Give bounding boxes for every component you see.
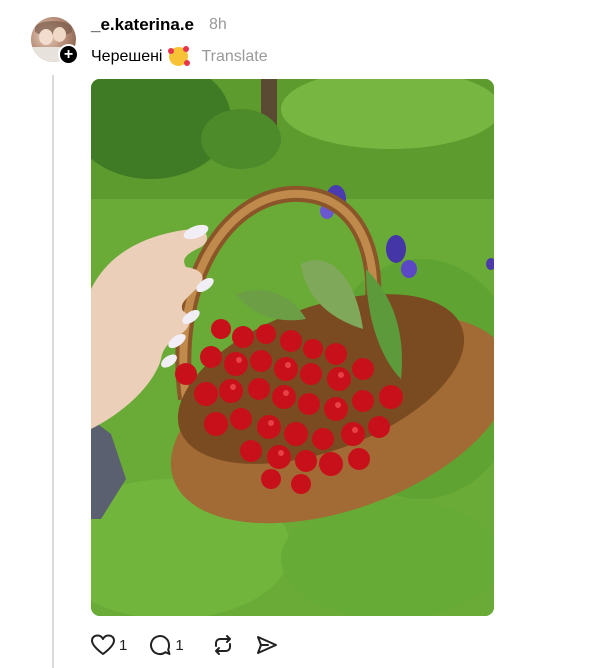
post-actions: 1 1	[91, 634, 300, 656]
post-photo[interactable]	[91, 79, 494, 616]
follow-plus-icon[interactable]: +	[58, 44, 79, 65]
heart-icon	[91, 634, 115, 655]
share-button[interactable]	[256, 634, 278, 656]
caption: Черешені Translate	[91, 46, 268, 67]
repost-button[interactable]	[212, 634, 234, 656]
smiling-face-with-hearts-icon	[168, 46, 191, 67]
username[interactable]: _e.katerina.e	[91, 15, 194, 35]
reply-button[interactable]: 1	[149, 634, 184, 656]
timestamp: 8h	[209, 16, 227, 33]
comment-icon	[150, 635, 171, 656]
cherry-basket-image	[91, 79, 494, 616]
caption-text: Черешені	[91, 47, 163, 65]
repost-icon	[214, 635, 231, 655]
thread-line	[52, 75, 54, 668]
send-icon	[256, 636, 277, 654]
like-count: 1	[119, 636, 128, 654]
reply-count: 1	[175, 636, 184, 654]
translate-link[interactable]: Translate	[201, 48, 267, 66]
like-button[interactable]: 1	[91, 634, 127, 656]
